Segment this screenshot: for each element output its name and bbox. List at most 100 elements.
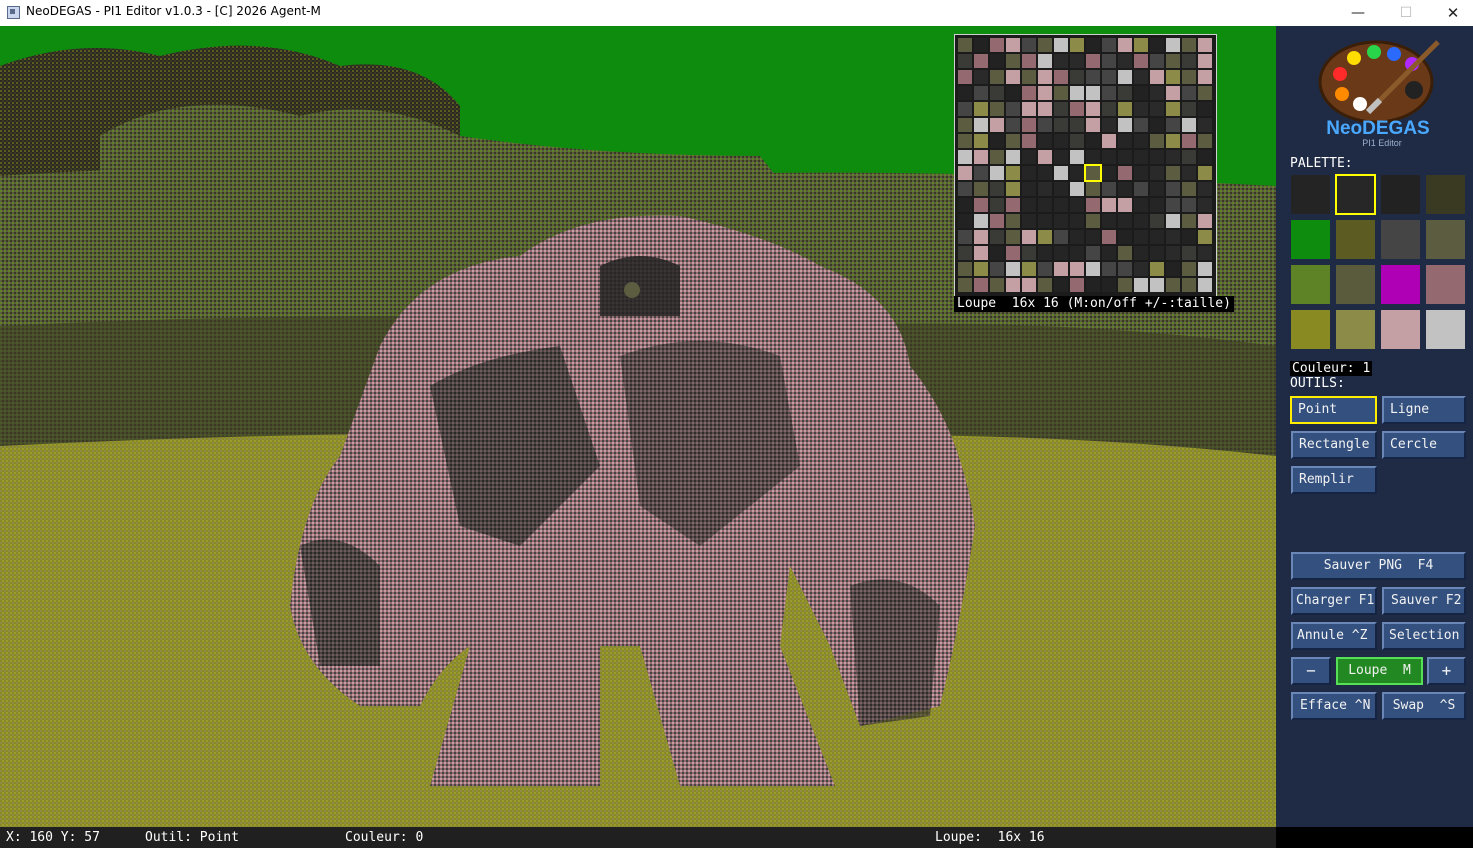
- load-button[interactable]: Charger F1: [1291, 587, 1377, 615]
- magnifier-pixel: [1054, 198, 1068, 212]
- magnifier-pixel: [1006, 118, 1020, 132]
- palette-swatch[interactable]: [1380, 264, 1421, 305]
- magnifier-pixel: [1182, 38, 1196, 52]
- palette-swatch[interactable]: [1335, 309, 1376, 350]
- loupe-toggle-button[interactable]: Loupe M: [1336, 657, 1423, 685]
- magnifier-pixel: [1038, 38, 1052, 52]
- magnifier-pixel: [1070, 102, 1084, 116]
- magnifier-pixel: [990, 70, 1004, 84]
- magnifier-pixel: [1134, 86, 1148, 100]
- magnifier-pixel: [1006, 182, 1020, 196]
- palette-swatch[interactable]: [1290, 174, 1331, 215]
- palette-swatch[interactable]: [1335, 174, 1376, 215]
- magnifier-pixel: [1150, 182, 1164, 196]
- magnifier-pixel: [1054, 54, 1068, 68]
- magnifier-pixel: [1022, 102, 1036, 116]
- magnifier-pixel: [990, 198, 1004, 212]
- zoom-in-button[interactable]: +: [1427, 657, 1466, 685]
- magnifier-pixel: [1118, 70, 1132, 84]
- magnifier-pixel: [1086, 166, 1100, 180]
- magnifier-pixel: [990, 38, 1004, 52]
- magnifier-pixel: [1182, 182, 1196, 196]
- current-color-label: Couleur: 1: [1290, 361, 1373, 376]
- magnifier-pixel: [1086, 38, 1100, 52]
- magnifier-pixel: [974, 38, 988, 52]
- magnifier-pixel: [958, 198, 972, 212]
- palette-swatch[interactable]: [1425, 219, 1466, 260]
- magnifier-pixel: [990, 86, 1004, 100]
- magnifier-pixel: [990, 262, 1004, 276]
- magnifier-pixel: [1166, 262, 1180, 276]
- magnifier-pixel: [1182, 262, 1196, 276]
- palette-swatch[interactable]: [1380, 219, 1421, 260]
- palette-swatch[interactable]: [1290, 264, 1331, 305]
- magnifier-pixel: [1166, 134, 1180, 148]
- palette-swatch[interactable]: [1290, 309, 1331, 350]
- magnifier-pixel: [1166, 150, 1180, 164]
- zoom-out-button[interactable]: −: [1291, 657, 1331, 685]
- palette-swatch[interactable]: [1380, 174, 1421, 215]
- magnifier-pixel: [1134, 278, 1148, 292]
- status-bar: X: 160 Y: 57 Outil: Point Couleur: 0 Lou…: [0, 827, 1276, 848]
- undo-button[interactable]: Annule ^Z: [1291, 622, 1377, 650]
- magnifier-pixel: [1038, 150, 1052, 164]
- magnifier-pixel: [1038, 118, 1052, 132]
- magnifier-pixel: [1006, 246, 1020, 260]
- magnifier-pixel: [1086, 134, 1100, 148]
- magnifier-pixel: [1198, 54, 1212, 68]
- magnifier-pixel: [1086, 54, 1100, 68]
- magnifier-pixel: [1022, 262, 1036, 276]
- tool-point-button[interactable]: Point: [1290, 396, 1377, 424]
- tool-line-button[interactable]: Ligne: [1382, 396, 1466, 424]
- magnifier-pixel: [1198, 182, 1212, 196]
- palette-swatch[interactable]: [1335, 264, 1376, 305]
- palette-swatch[interactable]: [1290, 219, 1331, 260]
- magnifier-pixel: [1118, 230, 1132, 244]
- magnifier-pixel: [990, 54, 1004, 68]
- close-button[interactable]: ✕: [1430, 0, 1473, 26]
- magnifier-pixel: [958, 38, 972, 52]
- magnifier-pixel: [1182, 278, 1196, 292]
- tool-rectangle-button[interactable]: Rectangle: [1291, 431, 1377, 459]
- magnifier-pixel: [1198, 166, 1212, 180]
- selection-button[interactable]: Selection: [1382, 622, 1466, 650]
- magnifier-pixel: [1198, 118, 1212, 132]
- magnifier-pixel: [1198, 278, 1212, 292]
- magnifier-pixel: [1054, 118, 1068, 132]
- magnifier-pixel: [1086, 182, 1100, 196]
- palette-swatch[interactable]: [1380, 309, 1421, 350]
- magnifier-pixel: [1006, 54, 1020, 68]
- magnifier-pixel: [990, 102, 1004, 116]
- minimize-button[interactable]: —: [1335, 0, 1381, 26]
- magnifier-pixel: [1022, 166, 1036, 180]
- magnifier-pixel: [1118, 166, 1132, 180]
- save-button[interactable]: Sauver F2: [1382, 587, 1466, 615]
- magnifier-pixel: [1166, 70, 1180, 84]
- palette-swatch[interactable]: [1425, 309, 1466, 350]
- tool-fill-button[interactable]: Remplir: [1291, 466, 1377, 494]
- magnifier-pixel: [1038, 54, 1052, 68]
- magnifier-pixel: [1182, 198, 1196, 212]
- magnifier-pixel: [990, 182, 1004, 196]
- magnifier-pixel: [1006, 166, 1020, 180]
- magnifier-pixel: [1198, 102, 1212, 116]
- save-png-button[interactable]: Sauver PNG F4: [1291, 552, 1466, 580]
- magnifier-pixel: [1118, 54, 1132, 68]
- swap-button[interactable]: Swap ^S: [1382, 692, 1466, 720]
- magnifier-pixel: [1006, 278, 1020, 292]
- magnifier-pixel: [958, 246, 972, 260]
- palette-swatch[interactable]: [1425, 174, 1466, 215]
- magnifier-pixel: [1006, 150, 1020, 164]
- clear-button[interactable]: Efface ^N: [1291, 692, 1377, 720]
- magnifier-pixel: [974, 198, 988, 212]
- magnifier-pixel: [1102, 198, 1116, 212]
- magnifier-pixel: [1006, 38, 1020, 52]
- magnifier-pixel: [1070, 134, 1084, 148]
- magnifier-pixel: [1054, 278, 1068, 292]
- palette-swatch[interactable]: [1335, 219, 1376, 260]
- magnifier-pixel: [1166, 118, 1180, 132]
- tool-circle-button[interactable]: Cercle: [1382, 431, 1466, 459]
- palette-swatch[interactable]: [1425, 264, 1466, 305]
- magnifier-pixel: [1150, 262, 1164, 276]
- maximize-button[interactable]: ☐: [1383, 0, 1429, 26]
